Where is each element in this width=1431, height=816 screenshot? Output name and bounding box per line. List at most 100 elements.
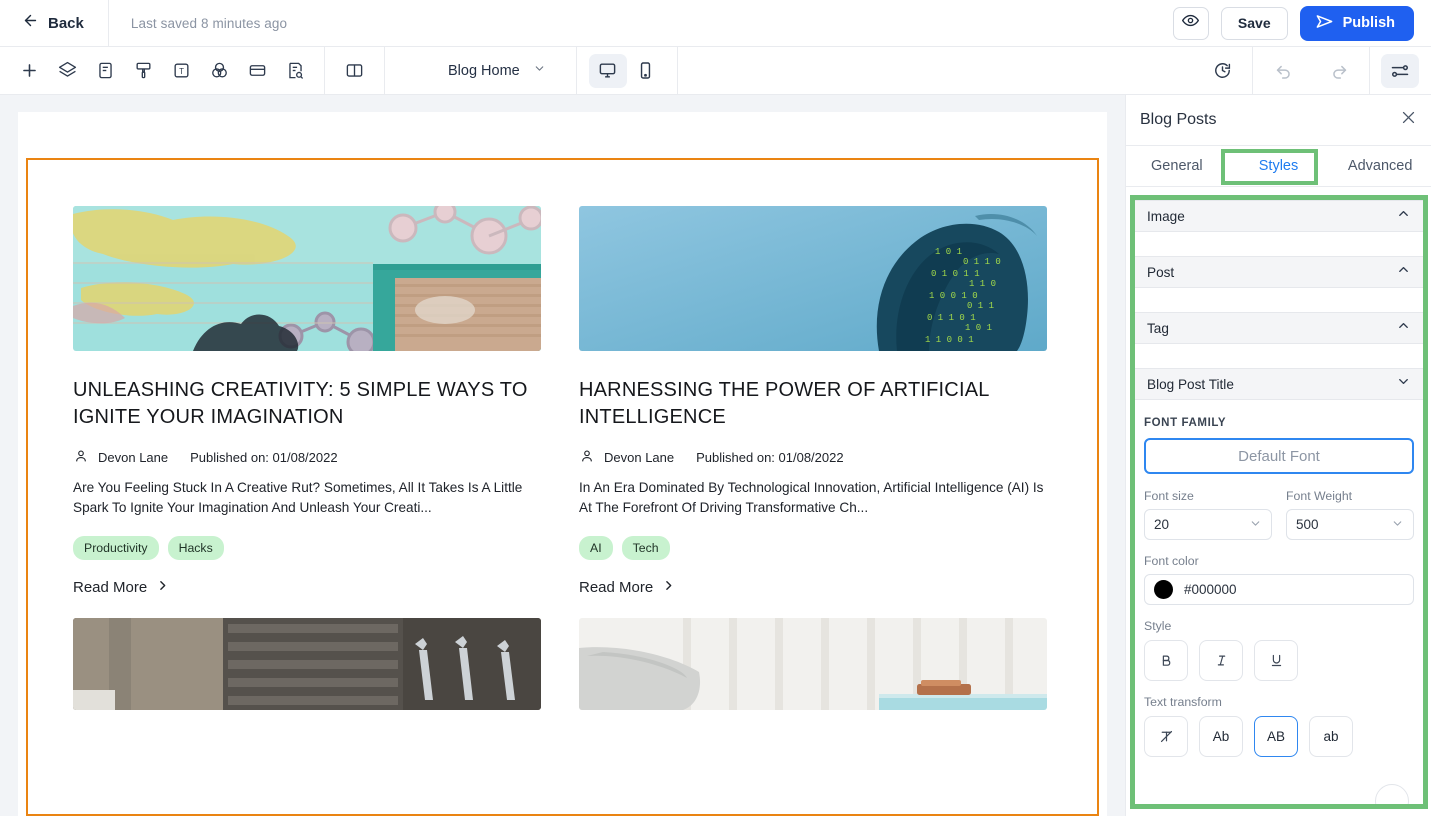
chevron-down-icon <box>533 62 546 80</box>
transform-capitalize-button[interactable]: Ab <box>1199 716 1243 757</box>
section-blog-post-title[interactable]: Blog Post Title <box>1135 368 1423 400</box>
mobile-view-button[interactable] <box>627 54 665 88</box>
save-button[interactable]: Save <box>1220 6 1288 40</box>
toolbar-divider-2 <box>384 47 385 94</box>
text-transform-label: Text transform <box>1144 695 1222 709</box>
svg-text:1 1 0: 1 1 0 <box>969 279 996 289</box>
page-selector-label: Blog Home <box>448 62 520 79</box>
svg-text:0 1 0 1 1: 0 1 0 1 1 <box>931 269 980 279</box>
toolbar-divider-5 <box>1252 47 1253 94</box>
underline-button[interactable] <box>1254 640 1298 681</box>
transform-lowercase-button[interactable]: ab <box>1309 716 1353 757</box>
redo-icon[interactable] <box>1320 54 1358 88</box>
publish-label: Publish <box>1342 15 1395 31</box>
chevron-up-icon <box>1396 206 1411 226</box>
color-icon[interactable] <box>200 54 238 88</box>
preview-button[interactable] <box>1172 6 1209 40</box>
help-fab[interactable] <box>1375 784 1409 804</box>
section-image[interactable]: Image <box>1135 200 1423 232</box>
section-post[interactable]: Post <box>1135 256 1423 288</box>
close-icon[interactable] <box>1400 109 1417 131</box>
bold-button[interactable] <box>1144 640 1188 681</box>
chevron-right-icon <box>662 579 675 596</box>
chevron-down-icon <box>1396 374 1411 394</box>
layers-icon[interactable] <box>48 54 86 88</box>
post-tag[interactable]: Hacks <box>167 536 224 560</box>
tab-advanced[interactable]: Advanced <box>1329 146 1431 186</box>
post-meta: Devon Lane Published on: 01/08/2022 <box>579 448 1047 467</box>
font-color-input[interactable]: #000000 <box>1144 574 1414 605</box>
blog-posts-section-selected[interactable]: UNLEASHING CREATIVITY: 5 SIMPLE WAYS TO … <box>26 158 1099 816</box>
post-published-date: Published on: 01/08/2022 <box>190 450 338 465</box>
desktop-view-button[interactable] <box>588 53 627 88</box>
page-icon[interactable] <box>86 54 124 88</box>
section-tag[interactable]: Tag <box>1135 312 1423 344</box>
publish-button[interactable]: Publish <box>1299 5 1414 41</box>
post-title[interactable]: UNLEASHING CREATIVITY: 5 SIMPLE WAYS TO … <box>73 377 541 431</box>
chevron-down-icon <box>1249 517 1262 533</box>
font-size-value: 20 <box>1154 517 1170 532</box>
panel-icon[interactable] <box>335 54 373 88</box>
seo-icon[interactable] <box>276 54 314 88</box>
section-post-label: Post <box>1147 264 1175 280</box>
color-swatch[interactable] <box>1154 580 1173 599</box>
page-canvas[interactable]: UNLEASHING CREATIVITY: 5 SIMPLE WAYS TO … <box>18 112 1107 816</box>
post-image[interactable]: 1 0 10 1 1 0 0 1 0 1 11 1 0 1 0 0 1 00 1… <box>579 206 1047 351</box>
back-button[interactable]: Back <box>16 8 90 38</box>
undo-icon[interactable] <box>1264 54 1302 88</box>
tab-general[interactable]: General <box>1126 146 1228 186</box>
post-author: Devon Lane <box>98 450 169 465</box>
send-icon <box>1315 12 1334 35</box>
author-icon <box>73 448 89 467</box>
blog-post-title-fields: FONT FAMILY Default Font Font size 20 Fo… <box>1135 400 1423 757</box>
read-more-label: Read More <box>579 579 654 596</box>
section-icon[interactable] <box>238 54 276 88</box>
font-size-weight-row: Font size 20 Font Weight 500 <box>1144 489 1414 540</box>
read-more-link[interactable]: Read More <box>579 579 1047 596</box>
read-more-link[interactable]: Read More <box>73 579 541 596</box>
text-icon[interactable]: T <box>162 54 200 88</box>
chevron-down-icon <box>1391 517 1404 533</box>
post-published-date: Published on: 01/08/2022 <box>696 450 844 465</box>
post-tag[interactable]: Productivity <box>73 536 159 560</box>
transform-none-button[interactable] <box>1144 716 1188 757</box>
page-selector[interactable]: Blog Home <box>438 56 556 86</box>
style-buttons <box>1144 640 1414 681</box>
font-weight-select[interactable]: 500 <box>1286 509 1414 540</box>
toolbar-divider-4 <box>676 47 678 94</box>
add-icon[interactable] <box>10 54 48 88</box>
header-divider <box>107 0 109 46</box>
post-tags: AI Tech <box>579 536 1047 560</box>
history-icon[interactable] <box>1203 54 1241 88</box>
canvas-area[interactable]: UNLEASHING CREATIVITY: 5 SIMPLE WAYS TO … <box>0 95 1125 816</box>
font-family-select[interactable]: Default Font <box>1144 438 1414 474</box>
post-tag[interactable]: Tech <box>621 536 670 560</box>
chevron-up-icon <box>1396 318 1411 338</box>
section-tag-content <box>1135 344 1423 368</box>
styles-scroll-area[interactable]: Image Post Tag Blog Post Title FONT FAMI… <box>1135 200 1423 804</box>
transform-uppercase-button[interactable]: AB <box>1254 716 1298 757</box>
svg-text:1 0 1: 1 0 1 <box>965 323 992 333</box>
tab-styles[interactable]: Styles <box>1227 146 1330 186</box>
panel-header: Blog Posts <box>1126 95 1431 146</box>
style-group: Style <box>1144 619 1414 681</box>
blog-post-card[interactable]: 1 0 10 1 1 0 0 1 0 1 11 1 0 1 0 0 1 00 1… <box>579 206 1047 710</box>
font-size-select[interactable]: 20 <box>1144 509 1272 540</box>
last-saved-text: Last saved 8 minutes ago <box>130 15 288 31</box>
blog-post-card[interactable]: UNLEASHING CREATIVITY: 5 SIMPLE WAYS TO … <box>73 206 541 710</box>
brush-icon[interactable] <box>124 54 162 88</box>
italic-button[interactable] <box>1199 640 1243 681</box>
text-transform-group: Text transform Ab AB ab <box>1144 695 1414 757</box>
toolbar-divider-6 <box>1369 47 1370 94</box>
post-image[interactable] <box>73 206 541 351</box>
post-tag[interactable]: AI <box>579 536 613 560</box>
post-image-next[interactable] <box>579 618 1047 710</box>
sliders-icon[interactable] <box>1381 53 1419 88</box>
section-post-content <box>1135 288 1423 312</box>
font-family-label: FONT FAMILY <box>1144 417 1227 429</box>
eye-icon <box>1182 12 1200 34</box>
post-title[interactable]: HARNESSING THE POWER OF ARTIFICIAL INTEL… <box>579 377 1047 431</box>
svg-text:1 0 1: 1 0 1 <box>935 247 962 257</box>
panel-body: Image Post Tag Blog Post Title FONT FAMI… <box>1126 187 1431 816</box>
post-image-next[interactable] <box>73 618 541 710</box>
